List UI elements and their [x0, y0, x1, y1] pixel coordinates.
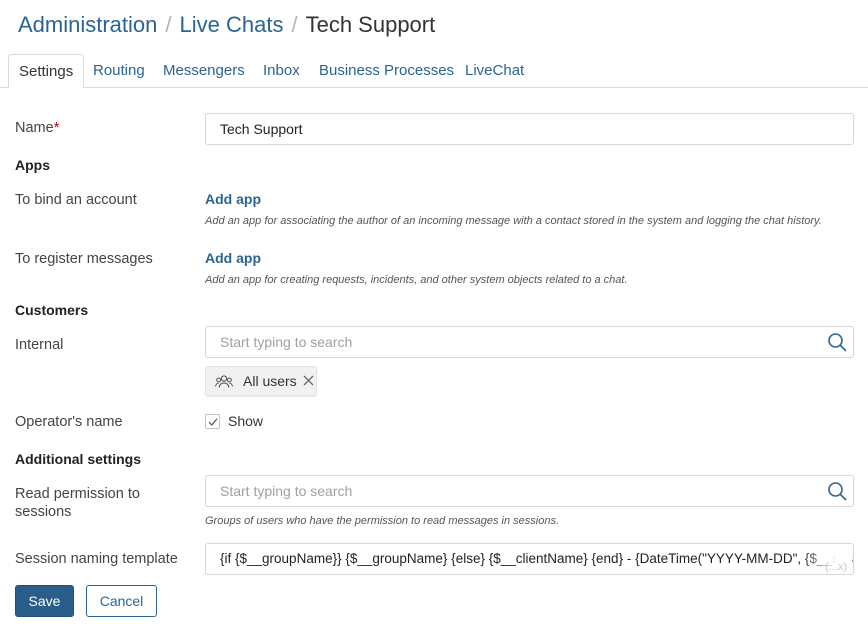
- tab-routing[interactable]: Routing: [83, 54, 155, 88]
- session-template-label: Session naming template: [15, 551, 178, 567]
- internal-label: Internal: [15, 337, 64, 353]
- operator-name-label: Operator's name: [15, 414, 123, 430]
- name-input[interactable]: Tech Support: [205, 113, 854, 145]
- read-permission-search-input[interactable]: Start typing to search: [205, 475, 854, 507]
- add-app-bind-account-link[interactable]: Add app: [205, 191, 261, 207]
- breadcrumb-administration[interactable]: Administration: [18, 12, 157, 37]
- session-template-value: {if {$__groupName}} {$__groupName} {else…: [220, 551, 853, 566]
- tab-bar: Settings Routing Messengers Inbox Busine…: [0, 54, 868, 89]
- search-icon[interactable]: [827, 481, 847, 501]
- read-permission-label: Read permission to sessions: [15, 485, 140, 521]
- tab-messengers[interactable]: Messengers: [153, 54, 255, 88]
- breadcrumb: Administration / Live Chats / Tech Support: [18, 10, 435, 40]
- required-mark: *: [53, 120, 60, 136]
- read-permission-placeholder: Start typing to search: [220, 483, 353, 499]
- read-permission-hint: Groups of users who have the permission …: [205, 515, 560, 527]
- close-icon[interactable]: [303, 375, 314, 386]
- show-checkbox-label[interactable]: Show: [228, 413, 263, 429]
- tab-business-processes[interactable]: Business Processes: [309, 54, 464, 88]
- tab-settings[interactable]: Settings: [8, 54, 85, 89]
- all-users-chip-label: All users: [243, 373, 297, 389]
- additional-settings-heading: Additional settings: [15, 451, 141, 467]
- add-app-register-messages-link[interactable]: Add app: [205, 250, 261, 266]
- template-function-tag: (...x): [825, 561, 847, 573]
- tab-inbox[interactable]: Inbox: [253, 54, 310, 88]
- customers-heading: Customers: [15, 302, 89, 318]
- all-users-chip[interactable]: All users: [205, 366, 317, 396]
- internal-search-input[interactable]: Start typing to search: [205, 326, 854, 358]
- apps-heading: Apps: [15, 157, 50, 173]
- register-messages-label: To register messages: [15, 251, 153, 267]
- bind-account-label: To bind an account: [15, 192, 137, 208]
- show-operator-name-checkbox[interactable]: [205, 414, 220, 429]
- cancel-button[interactable]: Cancel: [86, 585, 157, 617]
- page-title: Tech Support: [305, 12, 436, 37]
- users-group-icon: [215, 375, 233, 388]
- tab-livechat[interactable]: LiveChat: [455, 54, 534, 88]
- breadcrumb-separator: /: [165, 12, 172, 37]
- read-permission-label-line1: Read permission to: [15, 486, 140, 502]
- breadcrumb-separator: /: [291, 12, 298, 37]
- bind-account-hint: Add an app for associating the author of…: [205, 215, 822, 227]
- check-icon: [208, 418, 218, 426]
- search-icon[interactable]: [827, 332, 847, 352]
- breadcrumb-live-chats[interactable]: Live Chats: [180, 12, 284, 37]
- internal-search-placeholder: Start typing to search: [220, 334, 353, 350]
- register-messages-hint: Add an app for creating requests, incide…: [205, 274, 628, 286]
- save-button[interactable]: Save: [15, 585, 74, 617]
- read-permission-label-line2: sessions: [15, 504, 72, 520]
- name-label-text: Name: [15, 120, 54, 136]
- name-label: Name*: [15, 119, 59, 137]
- session-template-input[interactable]: {if {$__groupName}} {$__groupName} {else…: [205, 543, 854, 575]
